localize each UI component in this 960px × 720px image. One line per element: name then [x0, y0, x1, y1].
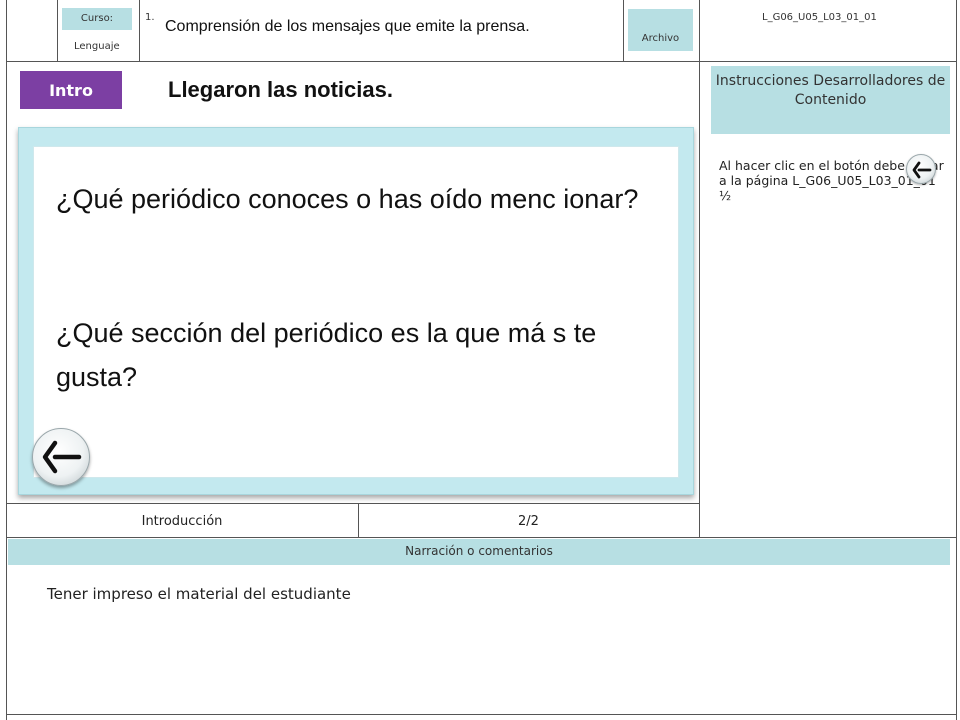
- back-arrow-icon: [42, 440, 82, 474]
- back-arrow-icon: [912, 161, 932, 179]
- frame-left-border: [6, 0, 7, 720]
- footer-page: 2/2: [518, 514, 539, 529]
- archive-label: Archivo: [628, 9, 693, 51]
- header-divider-3: [623, 0, 624, 61]
- question-2: ¿Qué sección del periódico es la que má …: [56, 318, 597, 392]
- question-card: ¿Qué periódico conoces o has oído menc i…: [18, 127, 694, 495]
- intro-tag: Intro: [20, 71, 122, 109]
- step-number: 1.: [145, 12, 155, 23]
- question-card-inner: ¿Qué periódico conoces o has oído menc i…: [33, 146, 679, 478]
- header-bottom-border: [6, 61, 957, 62]
- header-divider-1: [57, 0, 58, 61]
- footer-top-border: [6, 503, 700, 504]
- footer-section: Introducción: [141, 514, 223, 529]
- course-value: Lenguaje: [74, 41, 120, 52]
- back-button[interactable]: [32, 428, 90, 486]
- narration-heading: Narración o comentarios: [8, 539, 950, 565]
- course-label: Curso:: [62, 8, 132, 30]
- narration-text: Tener impreso el material del estudiante: [47, 585, 351, 603]
- frame-bottom-border: [6, 714, 957, 715]
- instructions-back-button[interactable]: [906, 154, 936, 184]
- lesson-title: Comprensión de los mensajes que emite la…: [165, 18, 530, 35]
- narration-top-border: [6, 537, 957, 538]
- instructions-heading: Instrucciones Desarrolladores de Conteni…: [711, 66, 950, 134]
- question-1: ¿Qué periódico conoces o has oído menc i…: [56, 184, 639, 214]
- frame-right-border: [956, 0, 957, 720]
- header-divider-2: [139, 0, 140, 61]
- screen-code: L_G06_U05_L03_01_01: [762, 12, 877, 23]
- header-divider-4: [699, 0, 700, 61]
- slide-title: Llegaron las noticias.: [168, 77, 393, 102]
- main-right-divider: [699, 61, 700, 537]
